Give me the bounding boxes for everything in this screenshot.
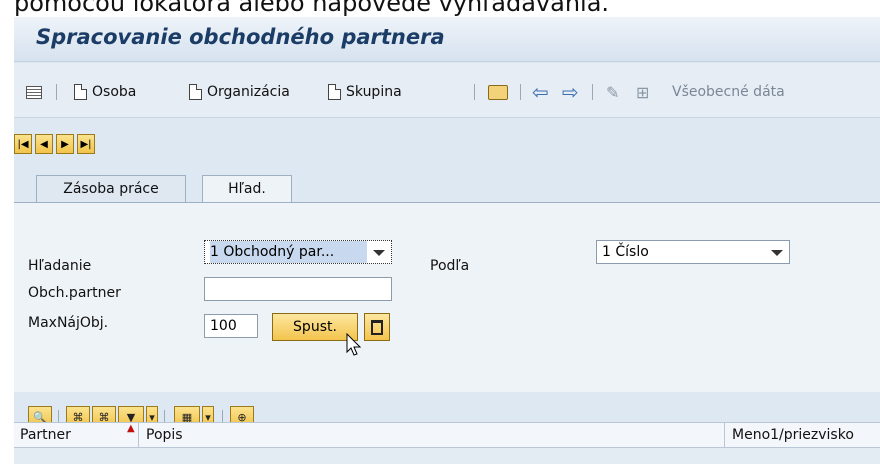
last-icon: ▶| [80,138,92,150]
execute-label: Spust. [293,319,337,335]
app-toolbar: Osoba Organizácia Skupina ⇦ ⇨ ✎ ⊞ Všeobe… [14,63,880,118]
result-grid-body [14,448,880,464]
document-icon [74,84,87,100]
window-title: Spracovanie obchodného partnera [36,25,445,49]
search-type-value: 1 Obchodný par... [210,241,367,263]
arrow-left-icon: ⇦ [532,80,549,104]
person-label: Osoba [92,84,137,100]
tab-worklist-label: Zásoba práce [63,181,159,197]
first-record-button[interactable]: |◀ [14,134,32,154]
column-name1[interactable]: Meno1/priezvisko [732,427,854,443]
tab-worklist[interactable]: Zásoba práce [36,175,186,202]
partner-input[interactable] [204,277,392,301]
previous-icon: ◀ [40,138,48,150]
chevron-down-icon [373,250,385,256]
document-icon [189,84,202,100]
group-label: Skupina [346,84,402,100]
record-navigation: |◀ ◀ ▶ ▶| [14,134,95,154]
group-button[interactable]: Skupina [328,81,402,103]
search-by-select[interactable]: 1 Číslo [596,240,790,264]
general-data-button[interactable]: Všeobecné dáta [672,81,785,103]
next-icon: ▶ [61,138,69,150]
pen-icon: ✎ [606,82,620,102]
forward-button[interactable]: ⇨ [562,81,579,103]
title-bar: Spracovanie obchodného partnera [14,17,880,62]
column-description[interactable]: Popis [146,427,183,443]
toolbar-separator [520,84,521,100]
hierarchy-button[interactable]: ⊞ [636,81,649,103]
by-label: Podľa [430,258,470,274]
previous-record-button[interactable]: ◀ [35,134,53,154]
list-button[interactable] [26,81,42,103]
column-divider [724,423,725,449]
back-button[interactable]: ⇦ [532,81,549,103]
column-divider [138,423,139,449]
result-grid-header: Partner ▲ Popis Meno1/priezvisko [14,422,880,449]
organization-label: Organizácia [207,84,290,100]
first-icon: |◀ [17,138,29,150]
tab-search-label: Hľad. [228,181,266,197]
column-partner[interactable]: Partner [20,427,71,443]
search-panel [14,202,880,392]
search-by-value: 1 Číslo [602,244,649,260]
toolbar-separator [474,84,475,100]
toolbar-separator [56,84,57,100]
arrow-right-icon: ⇨ [562,80,579,104]
organization-button[interactable]: Organizácia [189,81,290,103]
chevron-down-icon [771,250,783,256]
max-hits-label: MaxNájObj. [28,315,109,331]
open-button[interactable] [488,81,508,103]
search-label: Hľadanie [28,258,92,274]
mouse-cursor-icon [346,333,362,356]
tab-search[interactable]: Hľad. [202,175,292,202]
page-caption: pomocou lokátora alebo nápovede vyhľadáv… [14,0,610,17]
sort-ascending-icon: ▲ [127,423,135,434]
max-hits-input[interactable]: 100 [204,314,258,338]
partner-label: Obch.partner [28,285,121,301]
list-icon [26,85,42,99]
open-folder-icon [488,84,508,100]
toolbar-separator [592,84,593,100]
general-data-label: Všeobecné dáta [672,84,785,100]
sap-window: Spracovanie obchodného partnera Osoba Or… [14,17,880,464]
last-record-button[interactable]: ▶| [77,134,95,154]
change-button[interactable]: ✎ [606,81,619,103]
document-icon [328,84,341,100]
clear-button[interactable] [364,313,390,341]
next-record-button[interactable]: ▶ [56,134,74,154]
person-button[interactable]: Osoba [74,81,136,103]
search-type-select[interactable]: 1 Obchodný par... [204,240,392,264]
trash-icon [371,319,383,335]
tree-icon: ⊞ [636,82,650,102]
